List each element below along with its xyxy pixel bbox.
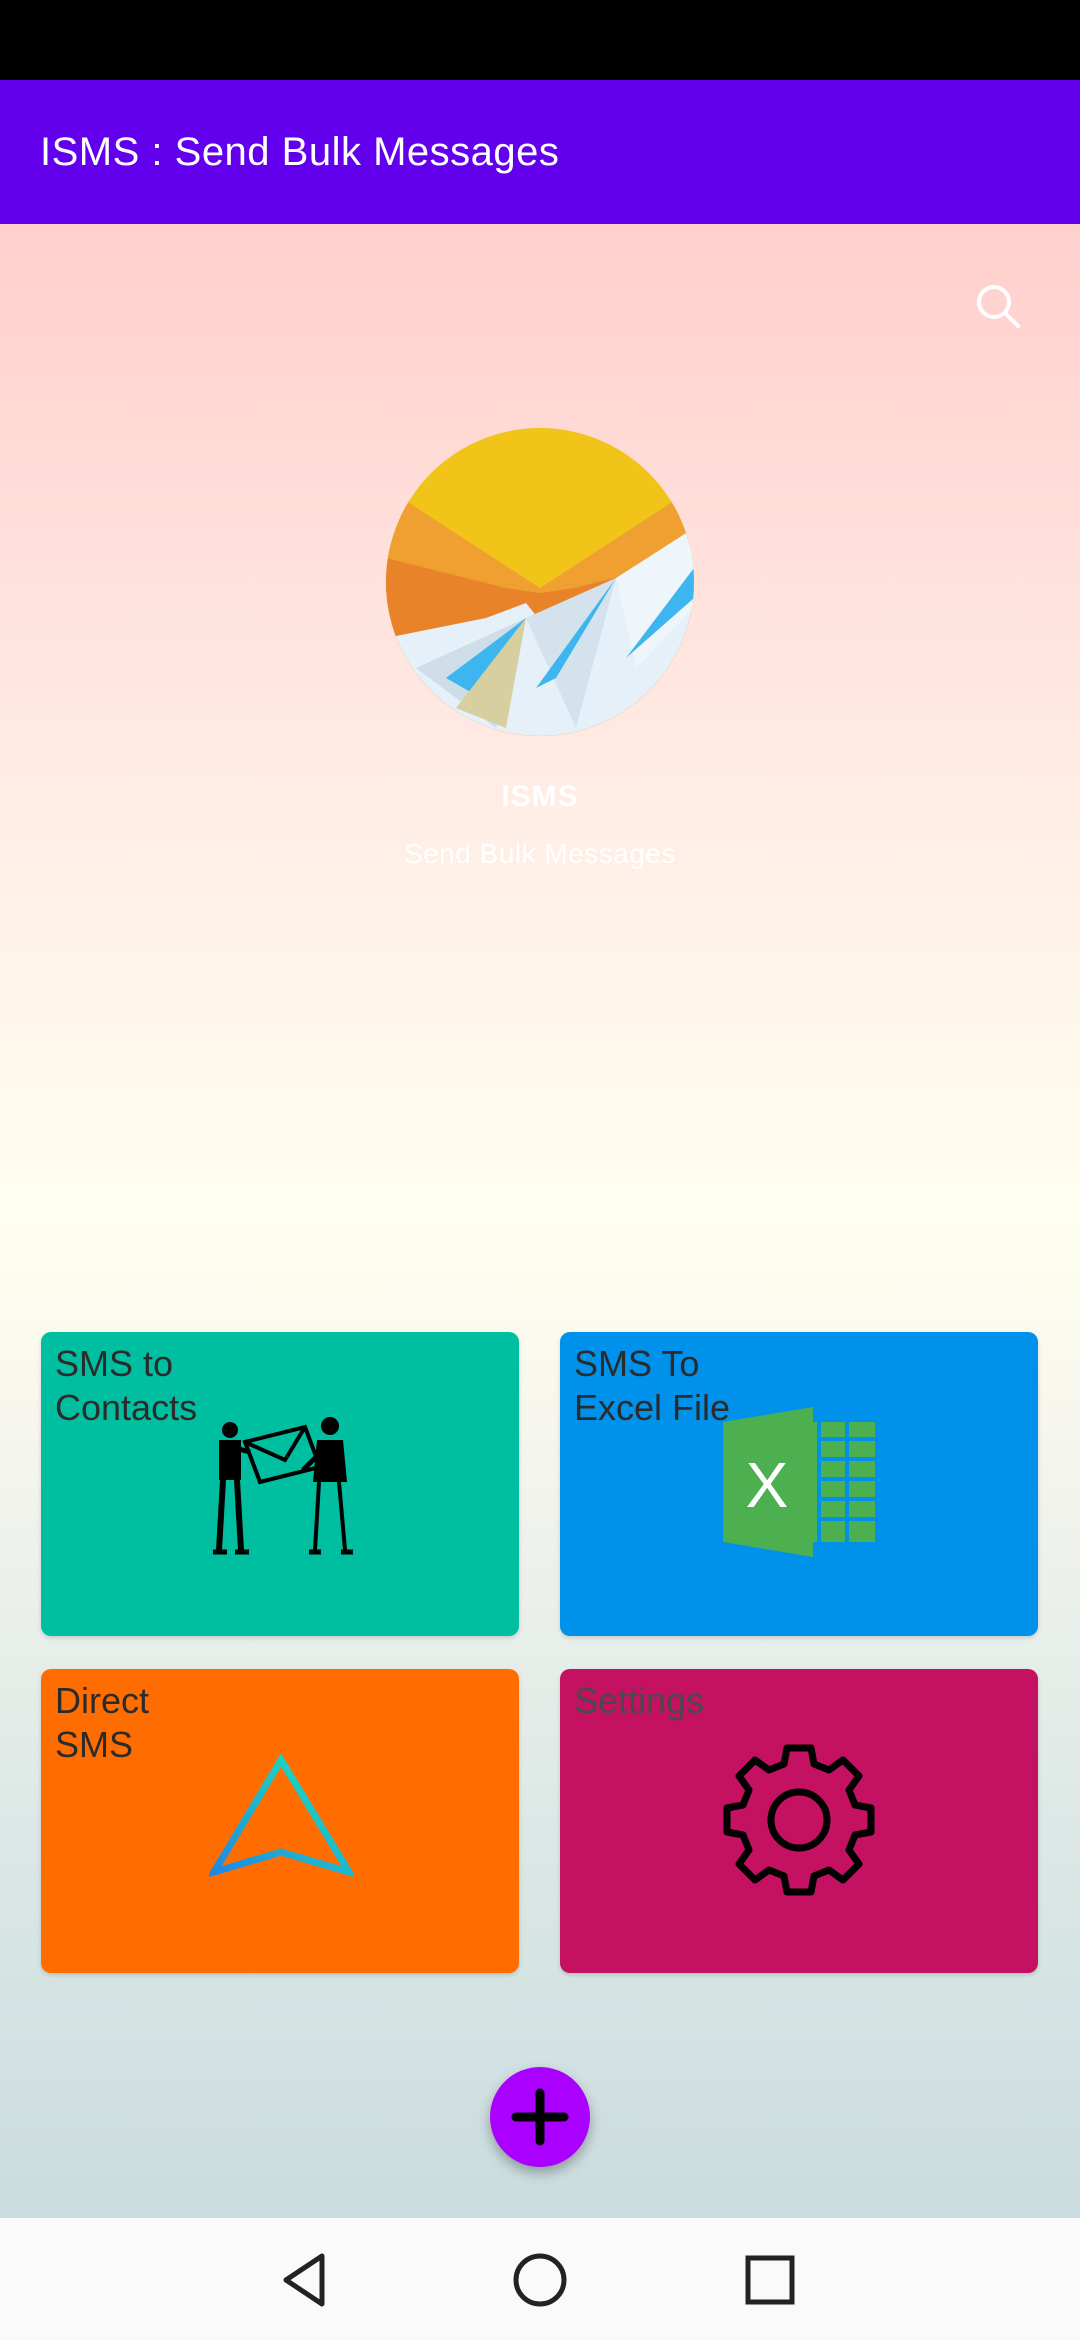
recents-icon[interactable] bbox=[738, 2248, 802, 2312]
home-icon[interactable] bbox=[508, 2248, 572, 2312]
search-icon[interactable] bbox=[970, 278, 1026, 334]
tile-label: SMS To Excel File bbox=[574, 1343, 731, 1428]
app-bar: ISMS : Send Bulk Messages bbox=[0, 80, 1080, 224]
system-nav-bar bbox=[0, 2218, 1080, 2340]
sms-to-contacts-tile[interactable]: SMS to Contacts bbox=[41, 1332, 519, 1636]
excel-icon: X bbox=[723, 1407, 879, 1562]
app-title: ISMS : Send Bulk Messages bbox=[40, 129, 560, 174]
add-fab-button[interactable] bbox=[490, 2067, 590, 2167]
back-icon[interactable] bbox=[276, 2248, 340, 2312]
plus-icon bbox=[511, 2088, 569, 2146]
app-logo bbox=[386, 428, 694, 736]
tile-label: Settings bbox=[574, 1680, 705, 1721]
people-carrying-envelope-icon bbox=[205, 1412, 355, 1567]
tile-label: SMS to Contacts bbox=[55, 1343, 198, 1428]
send-arrow-icon bbox=[206, 1753, 357, 1884]
brand-name: ISMS bbox=[501, 780, 579, 813]
gear-icon bbox=[721, 1742, 877, 1903]
status-bar bbox=[0, 0, 1080, 80]
svg-text:X: X bbox=[746, 1449, 789, 1521]
tile-label: Direct SMS bbox=[55, 1680, 150, 1765]
direct-sms-tile[interactable]: Direct SMS bbox=[41, 1669, 519, 1973]
settings-tile[interactable]: Settings bbox=[560, 1669, 1038, 1973]
sms-to-excel-tile[interactable]: SMS To Excel File X bbox=[560, 1332, 1038, 1636]
brand-subtitle: Send Bulk Messages bbox=[403, 838, 677, 869]
